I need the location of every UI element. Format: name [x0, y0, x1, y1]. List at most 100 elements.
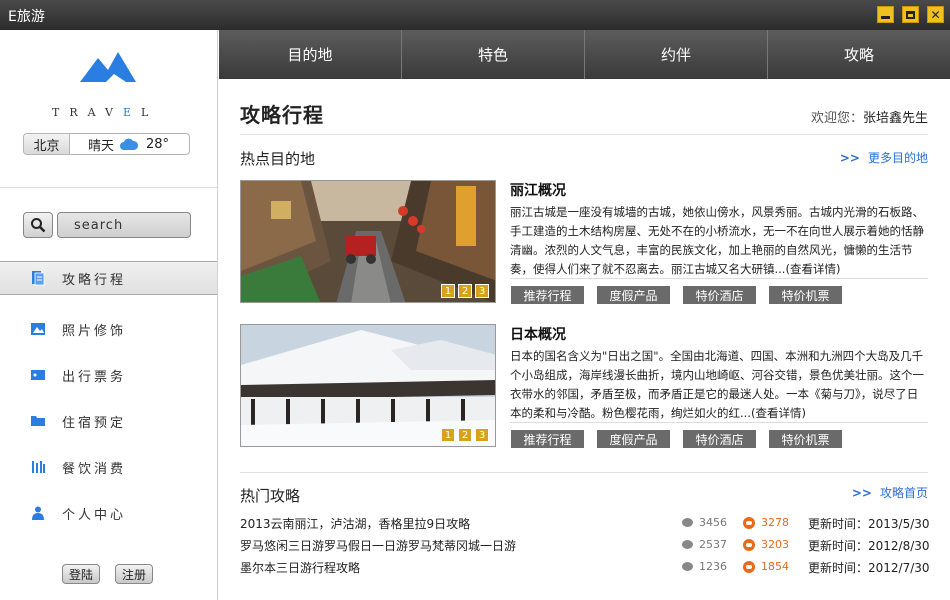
guides-home-link[interactable]: >> 攻略首页	[852, 484, 928, 501]
vacation-products-button[interactable]: 度假产品	[597, 430, 670, 448]
like-icon	[743, 560, 755, 573]
card-divider	[510, 278, 928, 279]
bars-icon	[32, 461, 45, 473]
search-input[interactable]	[57, 212, 191, 238]
likes-count: 1854	[743, 560, 789, 573]
weather-temperature: 28°	[146, 136, 170, 152]
close-button[interactable]: ✕	[927, 6, 944, 23]
close-icon: ✕	[930, 7, 941, 22]
like-icon	[743, 516, 755, 529]
sidebar-item-label: 攻略行程	[62, 272, 127, 288]
comment-icon	[682, 562, 693, 571]
maximize-button[interactable]	[902, 6, 919, 23]
destination-description: 丽江古城是一座没有城墙的古城，她依山傍水，风景秀丽。古城内光滑的石板路、手工建造…	[510, 203, 928, 279]
tab-destinations[interactable]: 目的地	[219, 30, 402, 79]
weather-city[interactable]: 北京	[24, 134, 70, 154]
destination-name[interactable]: 丽江概况	[510, 180, 566, 200]
tab-guides[interactable]: 攻略	[768, 30, 950, 79]
flight-deals-button[interactable]: 特价机票	[769, 286, 842, 304]
sidebar-item-label: 餐饮消费	[62, 461, 127, 477]
tab-companions[interactable]: 约伴	[585, 30, 768, 79]
photo-pager: 1 2 3	[441, 284, 489, 298]
hotel-deals-button[interactable]: 特价酒店	[683, 286, 756, 304]
updated-time: 更新时间：2013/5/30	[808, 517, 930, 531]
logo-text: TRAVEL	[52, 106, 158, 119]
views-value: 1236	[699, 560, 727, 573]
hotel-deals-button[interactable]: 特价酒店	[683, 430, 756, 448]
tab-features[interactable]: 特色	[402, 30, 585, 79]
ticket-icon	[31, 370, 45, 380]
guide-title[interactable]: 罗马悠闲三日游罗马假日一日游罗马梵蒂冈城一日游	[240, 537, 516, 554]
section-title-hot-guides: 热门攻略	[240, 487, 301, 505]
sidebar: TRAVEL 北京 晴天 28° 攻略行程	[0, 30, 218, 600]
sidebar-item-label: 住宿预定	[62, 415, 127, 431]
sidebar-item-label: 个人中心	[62, 507, 127, 523]
recommended-itinerary-button[interactable]: 推荐行程	[511, 286, 584, 304]
recommended-itinerary-button[interactable]: 推荐行程	[511, 430, 584, 448]
destination-name[interactable]: 日本概况	[510, 324, 566, 344]
views-count: 3456	[682, 516, 727, 529]
sidebar-item-profile[interactable]: 个人中心	[0, 490, 217, 536]
sidebar-item-lodging[interactable]: 住宿预定	[0, 398, 217, 444]
destination-card: 1 2 3 日本概况 日本的国名含义为"日出之国"。全国由北海道、四国、本洲和九…	[240, 324, 928, 448]
pager-1[interactable]: 1	[441, 428, 455, 442]
pager-1[interactable]: 1	[441, 284, 455, 298]
updated-time: 更新时间：2012/8/30	[808, 539, 930, 553]
main-content: 攻略行程 欢迎您：张培鑫先生 热点目的地 >> 更多目的地 1 2 3 丽江概况…	[219, 79, 950, 600]
sidebar-item-photos[interactable]: 照片修饰	[0, 306, 217, 352]
guide-title[interactable]: 墨尔本三日游行程攻略	[240, 559, 360, 576]
more-destinations-label: 更多目的地	[867, 151, 928, 165]
list-item: 罗马悠闲三日游罗马假日一日游罗马梵蒂冈城一日游 2537 3203 更新时间：2…	[240, 534, 930, 556]
image-icon	[31, 323, 45, 335]
japan-photo[interactable]: 1 2 3	[240, 324, 496, 447]
sidebar-item-tickets[interactable]: 出行票务	[0, 352, 217, 398]
welcome-prefix: 欢迎您：	[810, 111, 863, 126]
view-details-link[interactable]: ...(查看详情)	[740, 406, 806, 420]
pager-2[interactable]: 2	[458, 428, 472, 442]
search-button[interactable]	[23, 212, 53, 238]
pager-3[interactable]: 3	[475, 284, 489, 298]
likes-value: 3203	[761, 538, 789, 551]
list-item: 2013云南丽江，泸沽湖，香格里拉9日攻略 3456 3278 更新时间：201…	[240, 512, 930, 534]
views-value: 3456	[699, 516, 727, 529]
sidebar-item-dining[interactable]: 餐饮消费	[0, 444, 217, 490]
cloud-icon	[120, 138, 139, 150]
flight-deals-button[interactable]: 特价机票	[769, 430, 842, 448]
guide-title[interactable]: 2013云南丽江，泸沽湖，香格里拉9日攻略	[240, 515, 470, 532]
pager-3[interactable]: 3	[475, 428, 489, 442]
view-details-link[interactable]: ...(查看详情)	[775, 262, 841, 276]
destination-tags: 推荐行程 度假产品 特价酒店 特价机票	[511, 430, 842, 448]
pager-2[interactable]: 2	[458, 284, 472, 298]
title-bar: E旅游 ✕	[0, 0, 950, 30]
minimize-button[interactable]	[877, 6, 894, 23]
sidebar-divider	[0, 187, 217, 188]
sidebar-item-guides[interactable]: 攻略行程	[0, 261, 217, 295]
weather-condition: 晴天	[88, 138, 115, 154]
welcome-text: 欢迎您：张培鑫先生	[811, 107, 928, 126]
guides-home-label: 攻略首页	[879, 486, 928, 500]
mountain-logo-icon	[80, 52, 136, 82]
travel-logo: TRAVEL	[50, 48, 170, 128]
user-icon	[32, 506, 44, 520]
search-box	[23, 212, 191, 238]
logo-text-accent: E	[122, 106, 141, 119]
weather-widget: 北京 晴天 28°	[23, 133, 190, 155]
divider	[240, 134, 928, 135]
login-button[interactable]: 登陆	[62, 564, 101, 584]
sidebar-item-label: 照片修饰	[62, 323, 127, 339]
minimize-icon	[881, 16, 890, 19]
double-chevron-icon: >>	[839, 151, 860, 165]
updated-time: 更新时间：2012/7/30	[808, 561, 930, 575]
likes-value: 1854	[761, 560, 789, 573]
description-text: 丽江古城是一座没有城墙的古城，她依山傍水，风景秀丽。古城内光滑的石板路、手工建造…	[510, 205, 924, 276]
sidebar-nav: 攻略行程 照片修饰 出行票务 住宿预定 餐饮消费 个人中心	[0, 261, 217, 536]
register-button[interactable]: 注册	[115, 564, 154, 584]
lijiang-photo[interactable]: 1 2 3	[240, 180, 496, 303]
page-title: 攻略行程	[240, 103, 324, 127]
likes-count: 3278	[743, 516, 789, 529]
more-destinations-link[interactable]: >> 更多目的地	[840, 149, 928, 166]
user-name[interactable]: 张培鑫先生	[863, 111, 928, 126]
vacation-products-button[interactable]: 度假产品	[597, 286, 670, 304]
destination-tags: 推荐行程 度假产品 特价酒店 特价机票	[511, 286, 842, 304]
destination-description: 日本的国名含义为"日出之国"。全国由北海道、四国、本洲和九洲四个大岛及几千个小岛…	[510, 347, 928, 423]
